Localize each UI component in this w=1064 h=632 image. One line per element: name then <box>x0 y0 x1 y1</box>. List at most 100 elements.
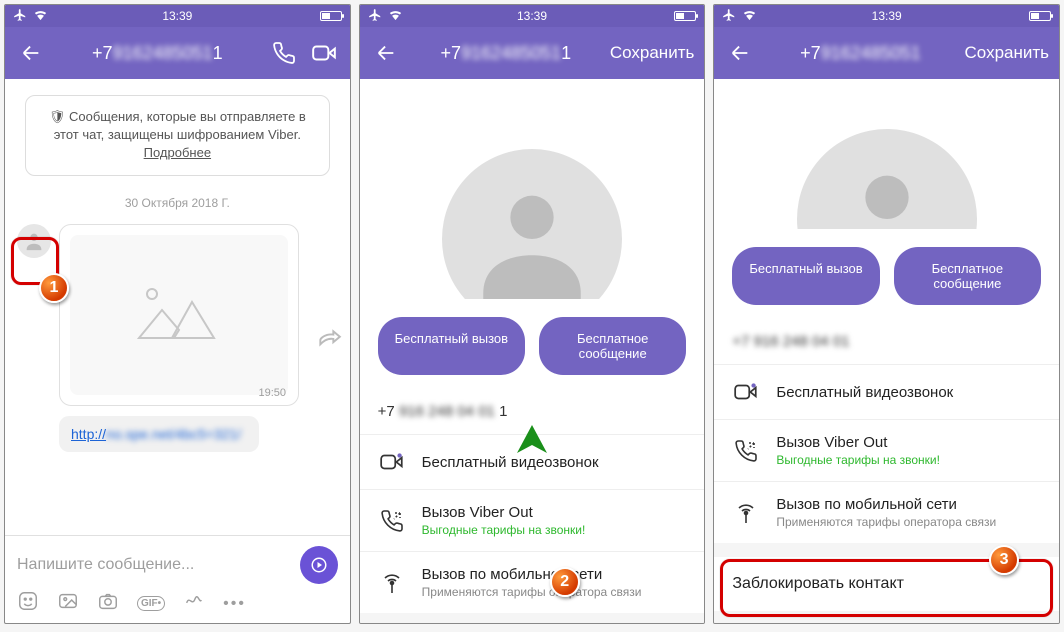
voice-call-button[interactable] <box>268 41 300 65</box>
option-title: Вызов Viber Out <box>422 504 586 521</box>
profile-title: +791624850511 <box>410 43 602 64</box>
status-time: 13:39 <box>162 9 192 23</box>
status-bar: 13:39 <box>5 5 350 27</box>
option-subtitle: Выгодные тарифы на звонки! <box>776 453 940 467</box>
back-button[interactable] <box>370 42 402 64</box>
avatar-area <box>714 79 1059 229</box>
message-time: 19:50 <box>258 387 286 399</box>
avatar-area <box>360 79 705 299</box>
option-title: Вызов по мобильной сети <box>776 496 996 513</box>
step-badge-2: 2 <box>550 567 580 597</box>
action-buttons-row: Бесплатный вызов Бесплатное сообщение <box>714 229 1059 323</box>
option-free-video-call[interactable]: Бесплатный видеозвонок <box>714 364 1059 419</box>
wifi-icon <box>388 7 403 25</box>
wifi-icon <box>742 7 757 25</box>
sender-avatar[interactable] <box>17 224 51 258</box>
send-button[interactable] <box>300 546 338 584</box>
option-viber-out[interactable]: Вызов Viber Out Выгодные тарифы на звонк… <box>360 489 705 551</box>
option-mobile-call[interactable]: Вызов по мобильной сети Применяются тари… <box>360 551 705 613</box>
battery-icon <box>1029 11 1051 21</box>
video-call-button[interactable] <box>308 40 340 66</box>
airplane-mode-icon <box>368 8 382 25</box>
status-time: 13:39 <box>517 9 547 23</box>
message-composer: GIF• ••• <box>5 535 350 623</box>
link-prefix: http:// <box>71 426 106 442</box>
phone-out-icon <box>732 439 760 463</box>
title-hidden: 9162485051 <box>821 43 921 64</box>
back-button[interactable] <box>724 42 756 64</box>
profile-body[interactable]: Бесплатный вызов Бесплатное сообщение +7… <box>714 79 1059 623</box>
free-message-button[interactable]: Бесплатное сообщение <box>539 317 686 375</box>
link-message-bubble[interactable]: http://no.spe.net/4bc5=321/ <box>59 416 259 452</box>
encryption-text: Сообщения, которые вы отправляете в этот… <box>54 109 306 142</box>
wifi-icon <box>33 7 48 25</box>
save-button[interactable]: Сохранить <box>965 43 1049 63</box>
step-badge-3: 3 <box>989 545 1019 575</box>
action-buttons-row: Бесплатный вызов Бесплатное сообщение <box>360 299 705 393</box>
free-message-button[interactable]: Бесплатное сообщение <box>894 247 1041 305</box>
encryption-notice: 🛡 Сообщения, которые вы отправляете в эт… <box>25 95 330 176</box>
battery-icon <box>320 11 342 21</box>
phone-number-row[interactable]: +7 916 248 04 01 1 <box>360 393 705 434</box>
option-viber-out[interactable]: Вызов Viber Out Выгодные тарифы на звонк… <box>714 419 1059 481</box>
camera-icon[interactable] <box>97 590 119 617</box>
more-icon[interactable]: ••• <box>223 595 246 613</box>
gallery-icon[interactable] <box>57 590 79 617</box>
status-time: 13:39 <box>872 9 902 23</box>
nav-bar: +791624850511 <box>5 27 350 79</box>
options-list: Бесплатный видеозвонок Вызов Viber Out В… <box>714 364 1059 543</box>
title-prefix: +7 <box>92 43 113 63</box>
image-message-bubble[interactable]: 19:50 <box>59 224 299 406</box>
phone-number-row[interactable]: +7 916 248 04 01 <box>714 323 1059 364</box>
profile-body[interactable]: Бесплатный вызов Бесплатное сообщение +7… <box>360 79 705 623</box>
option-subtitle: Выгодные тарифы на звонки! <box>422 523 586 537</box>
free-call-button[interactable]: Бесплатный вызов <box>378 317 525 375</box>
phone-screen-chat: 13:39 +791624850511 🛡 Сообщения, которые… <box>4 4 351 624</box>
back-button[interactable] <box>15 42 47 64</box>
phone-prefix: +7 <box>378 403 395 420</box>
option-title: Бесплатный видеозвонок <box>422 454 599 471</box>
option-subtitle: Применяются тарифы оператора связи <box>422 585 642 599</box>
status-bar: 13:39 <box>360 5 705 27</box>
option-free-video-call[interactable]: Бесплатный видеозвонок <box>360 434 705 489</box>
avatar-placeholder-icon <box>442 149 622 299</box>
title-suffix: 1 <box>561 43 571 63</box>
image-placeholder-icon <box>70 235 288 395</box>
title-hidden: 9162485051 <box>113 43 213 64</box>
message-row: 19:50 <box>17 224 338 406</box>
battery-icon <box>674 11 696 21</box>
option-mobile-call[interactable]: Вызов по мобильной сети Применяются тари… <box>714 481 1059 543</box>
doodle-icon[interactable] <box>183 590 205 617</box>
profile-title: +79162485051 <box>764 43 956 64</box>
gif-icon[interactable]: GIF• <box>137 596 165 611</box>
date-separator: 30 Октября 2018 Г. <box>17 196 338 210</box>
step-badge-1: 1 <box>39 273 69 303</box>
video-icon <box>378 449 406 475</box>
title-hidden: 9162485051 <box>461 43 561 64</box>
antenna-icon <box>732 501 760 525</box>
option-title: Бесплатный видеозвонок <box>776 384 953 401</box>
shield-icon: 🛡 <box>49 109 69 124</box>
option-title: Вызов по мобильной сети <box>422 566 642 583</box>
option-title: Вызов Viber Out <box>776 434 940 451</box>
video-icon <box>732 379 760 405</box>
sticker-icon[interactable] <box>17 590 39 617</box>
phone-screen-profile: 13:39 +791624850511 Сохранить Бесплатный… <box>359 4 706 624</box>
free-call-button[interactable]: Бесплатный вызов <box>732 247 879 305</box>
save-button[interactable]: Сохранить <box>610 43 694 63</box>
avatar-placeholder-icon <box>797 129 977 229</box>
chat-title[interactable]: +791624850511 <box>55 43 260 64</box>
chat-body[interactable]: 🛡 Сообщения, которые вы отправляете в эт… <box>5 79 350 535</box>
title-prefix: +7 <box>440 43 461 63</box>
encryption-more-link[interactable]: Подробнее <box>144 145 211 160</box>
nav-bar: +791624850511 Сохранить <box>360 27 705 79</box>
nav-bar: +79162485051 Сохранить <box>714 27 1059 79</box>
link-hidden: no.spe.net/4bc5=321/ <box>106 426 241 442</box>
phone-out-icon <box>378 509 406 533</box>
forward-icon[interactable] <box>316 327 342 358</box>
airplane-mode-icon <box>722 8 736 25</box>
message-input[interactable] <box>17 556 292 574</box>
title-prefix: +7 <box>800 43 821 63</box>
phone-screen-profile-scrolled: 13:39 +79162485051 Сохранить Бесплатный … <box>713 4 1060 624</box>
phone-hidden: +7 916 248 04 01 <box>732 333 849 350</box>
